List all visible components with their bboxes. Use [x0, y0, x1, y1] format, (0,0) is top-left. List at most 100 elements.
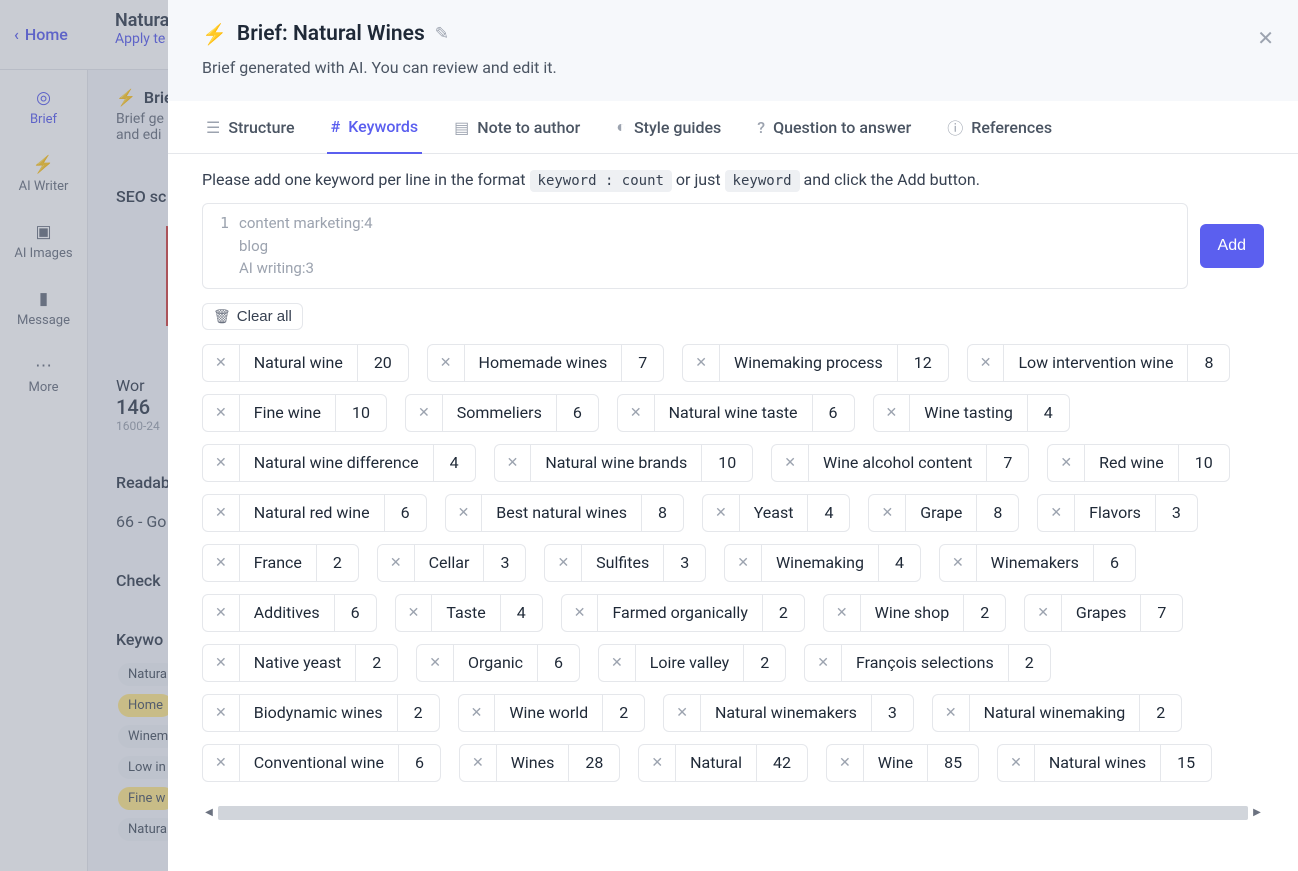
keyword-count[interactable]: 6 [384, 495, 426, 531]
remove-keyword-icon[interactable]: ✕ [203, 695, 240, 731]
keyword-count[interactable]: 4 [807, 495, 849, 531]
keyword-label[interactable]: Best natural wines [482, 495, 641, 531]
remove-keyword-icon[interactable]: ✕ [827, 745, 864, 781]
remove-keyword-icon[interactable]: ✕ [396, 595, 433, 631]
keyword-count[interactable]: 20 [357, 345, 408, 381]
keyword-label[interactable]: Sommeliers [443, 395, 556, 431]
keyword-label[interactable]: Native yeast [240, 645, 356, 681]
remove-keyword-icon[interactable]: ✕ [203, 645, 240, 681]
keyword-label[interactable]: Natural winemakers [701, 695, 871, 731]
tab-question[interactable]: ? Question to answer [753, 101, 915, 153]
remove-keyword-icon[interactable]: ✕ [869, 495, 906, 531]
remove-keyword-icon[interactable]: ✕ [772, 445, 809, 481]
remove-keyword-icon[interactable]: ✕ [599, 645, 636, 681]
keyword-label[interactable]: Low intervention wine [1004, 345, 1187, 381]
keyword-label[interactable]: Flavors [1075, 495, 1155, 531]
horizontal-scrollbar[interactable]: ◀ ▶ [202, 804, 1264, 822]
tab-note[interactable]: ▤ Note to author [450, 101, 584, 153]
remove-keyword-icon[interactable]: ✕ [683, 345, 720, 381]
keyword-label[interactable]: Biodynamic wines [240, 695, 397, 731]
remove-keyword-icon[interactable]: ✕ [1025, 595, 1062, 631]
keyword-count[interactable]: 7 [621, 345, 663, 381]
keyword-label[interactable]: Wine shop [861, 595, 964, 631]
keyword-label[interactable]: Conventional wine [240, 745, 398, 781]
keyword-label[interactable]: Natural [676, 745, 756, 781]
keyword-count[interactable]: 10 [335, 395, 386, 431]
remove-keyword-icon[interactable]: ✕ [203, 595, 240, 631]
edit-icon[interactable]: ✎ [435, 24, 449, 44]
keyword-label[interactable]: François selections [842, 645, 1008, 681]
remove-keyword-icon[interactable]: ✕ [874, 395, 911, 431]
keyword-count[interactable]: 4 [433, 445, 475, 481]
remove-keyword-icon[interactable]: ✕ [725, 545, 762, 581]
keyword-label[interactable]: Farmed organically [598, 595, 761, 631]
keyword-label[interactable]: Natural wine [240, 345, 357, 381]
keyword-count[interactable]: 4 [500, 595, 542, 631]
remove-keyword-icon[interactable]: ✕ [639, 745, 676, 781]
tab-references[interactable]: ⓘ References [943, 101, 1056, 153]
keyword-count[interactable]: 15 [1160, 745, 1211, 781]
keyword-label[interactable]: Yeast [740, 495, 808, 531]
remove-keyword-icon[interactable]: ✕ [203, 445, 240, 481]
remove-keyword-icon[interactable]: ✕ [805, 645, 842, 681]
keyword-count[interactable]: 4 [878, 545, 920, 581]
remove-keyword-icon[interactable]: ✕ [998, 745, 1035, 781]
keyword-count[interactable]: 8 [976, 495, 1018, 531]
keyword-label[interactable]: Wine world [495, 695, 602, 731]
remove-keyword-icon[interactable]: ✕ [203, 495, 240, 531]
keyword-label[interactable]: Sulfites [582, 545, 663, 581]
remove-keyword-icon[interactable]: ✕ [446, 495, 483, 531]
keyword-count[interactable]: 28 [568, 745, 619, 781]
keyword-count[interactable]: 2 [963, 595, 1005, 631]
keyword-count[interactable]: 2 [397, 695, 439, 731]
remove-keyword-icon[interactable]: ✕ [1038, 495, 1075, 531]
keyword-input[interactable]: 1 content marketing:4 blog AI writing:3 [202, 203, 1188, 289]
remove-keyword-icon[interactable]: ✕ [1048, 445, 1085, 481]
remove-keyword-icon[interactable]: ✕ [933, 695, 970, 731]
remove-keyword-icon[interactable]: ✕ [618, 395, 655, 431]
remove-keyword-icon[interactable]: ✕ [406, 395, 443, 431]
remove-keyword-icon[interactable]: ✕ [703, 495, 740, 531]
remove-keyword-icon[interactable]: ✕ [562, 595, 599, 631]
keyword-count[interactable]: 3 [871, 695, 913, 731]
keyword-label[interactable]: Cellar [415, 545, 484, 581]
remove-keyword-icon[interactable]: ✕ [203, 345, 240, 381]
keyword-count[interactable]: 3 [483, 545, 525, 581]
keyword-count[interactable]: 2 [762, 595, 804, 631]
scroll-right-icon[interactable]: ▶ [1250, 807, 1264, 818]
keyword-count[interactable]: 2 [316, 545, 358, 581]
keyword-count[interactable]: 10 [1178, 445, 1229, 481]
remove-keyword-icon[interactable]: ✕ [417, 645, 454, 681]
keyword-count[interactable]: 6 [1093, 545, 1135, 581]
keyword-label[interactable]: Natural wine difference [240, 445, 433, 481]
keyword-count[interactable]: 2 [1139, 695, 1181, 731]
keyword-count[interactable]: 6 [556, 395, 598, 431]
close-icon[interactable]: ✕ [1257, 26, 1274, 50]
tab-structure[interactable]: ☰ Structure [202, 101, 299, 153]
keyword-count[interactable]: 10 [701, 445, 752, 481]
keyword-count[interactable]: 6 [812, 395, 854, 431]
keyword-label[interactable]: Grapes [1062, 595, 1140, 631]
keyword-label[interactable]: Natural winemaking [970, 695, 1140, 731]
remove-keyword-icon[interactable]: ✕ [495, 445, 532, 481]
keyword-label[interactable]: Wine alcohol content [809, 445, 986, 481]
keyword-label[interactable]: Fine wine [240, 395, 335, 431]
keyword-count[interactable]: 8 [1187, 345, 1229, 381]
keyword-count[interactable]: 8 [641, 495, 683, 531]
keyword-count[interactable]: 3 [1155, 495, 1197, 531]
remove-keyword-icon[interactable]: ✕ [940, 545, 977, 581]
keyword-label[interactable]: Winemaking [762, 545, 878, 581]
keyword-count[interactable]: 6 [334, 595, 376, 631]
keyword-label[interactable]: Winemakers [977, 545, 1093, 581]
keyword-count[interactable]: 7 [1140, 595, 1182, 631]
keyword-label[interactable]: Red wine [1085, 445, 1178, 481]
keyword-count[interactable]: 7 [986, 445, 1028, 481]
keyword-label[interactable]: Natural wine brands [531, 445, 701, 481]
clear-all-button[interactable]: 🗑 Clear all [202, 303, 303, 330]
tab-style[interactable]: ◐ Style guides [612, 101, 725, 153]
remove-keyword-icon[interactable]: ✕ [968, 345, 1005, 381]
remove-keyword-icon[interactable]: ✕ [824, 595, 861, 631]
keyword-label[interactable]: Wine tasting [910, 395, 1027, 431]
keyword-label[interactable]: Organic [454, 645, 537, 681]
remove-keyword-icon[interactable]: ✕ [459, 695, 496, 731]
